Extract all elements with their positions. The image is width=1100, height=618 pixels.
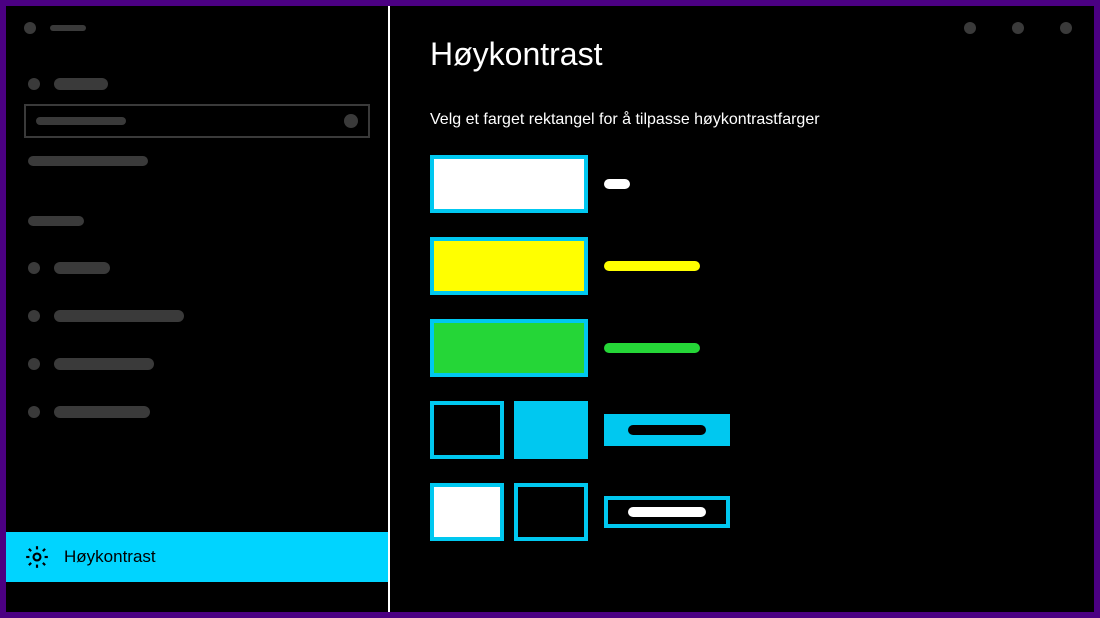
page-title: Høykontrast (430, 36, 1054, 73)
sidebar-section-heading (6, 152, 388, 174)
settings-window: Høykontrast Høykontrast Velg et farget r… (6, 6, 1094, 612)
search-input[interactable] (24, 104, 370, 138)
color-swatch-pair (430, 483, 588, 541)
color-swatch-left[interactable] (430, 401, 504, 459)
sidebar-item-1-label (54, 262, 110, 274)
sidebar-item-4-label (54, 406, 150, 418)
sidebar-item-2-label (54, 310, 184, 322)
color-row-2 (430, 319, 1054, 377)
menu-icon[interactable] (24, 22, 36, 34)
home-icon (28, 78, 40, 90)
sidebar-item-1-icon (28, 262, 40, 274)
search-placeholder (36, 117, 126, 125)
sidebar-item-3[interactable] (6, 350, 388, 378)
sidebar-item-highcontrast[interactable]: Høykontrast (6, 532, 388, 582)
color-label (604, 343, 700, 353)
section-heading-label (28, 156, 148, 166)
sidebar-item-highcontrast-label: Høykontrast (64, 547, 156, 567)
color-swatch-pair (430, 401, 588, 459)
page-subtitle: Velg et farget rektangel for å tilpasse … (430, 111, 1054, 129)
color-swatch-right[interactable] (514, 483, 588, 541)
sidebar-item-3-label (54, 358, 154, 370)
sidebar-item-1[interactable] (6, 254, 388, 282)
sidebar-header (6, 16, 388, 40)
sidebar-item-3-icon (28, 358, 40, 370)
color-swatch-left[interactable] (430, 483, 504, 541)
color-swatch[interactable] (430, 155, 588, 213)
color-swatch-list (430, 155, 1054, 541)
color-swatch[interactable] (430, 237, 588, 295)
color-button-label (628, 425, 706, 435)
content-pane: Høykontrast Velg et farget rektangel for… (390, 6, 1094, 612)
sidebar-subsection-heading (6, 208, 388, 234)
color-button[interactable] (604, 414, 730, 446)
color-button-label (628, 507, 706, 517)
sidebar-item-4[interactable] (6, 398, 388, 426)
color-row-3 (430, 401, 1054, 459)
sidebar: Høykontrast (6, 6, 390, 612)
sidebar-home-label (54, 78, 108, 90)
color-row-4 (430, 483, 1054, 541)
color-swatch-right[interactable] (514, 401, 588, 459)
color-swatch[interactable] (430, 319, 588, 377)
color-button[interactable] (604, 496, 730, 528)
color-label (604, 179, 630, 189)
color-row-0 (430, 155, 1054, 213)
color-row-1 (430, 237, 1054, 295)
sidebar-item-2-icon (28, 310, 40, 322)
brightness-icon (24, 544, 50, 570)
search-icon (344, 114, 358, 128)
sidebar-home[interactable] (6, 70, 388, 98)
color-label (604, 261, 700, 271)
sidebar-item-4-icon (28, 406, 40, 418)
sidebar-header-label (50, 25, 86, 31)
subsection-heading-label (28, 216, 84, 226)
sidebar-item-2[interactable] (6, 302, 388, 330)
